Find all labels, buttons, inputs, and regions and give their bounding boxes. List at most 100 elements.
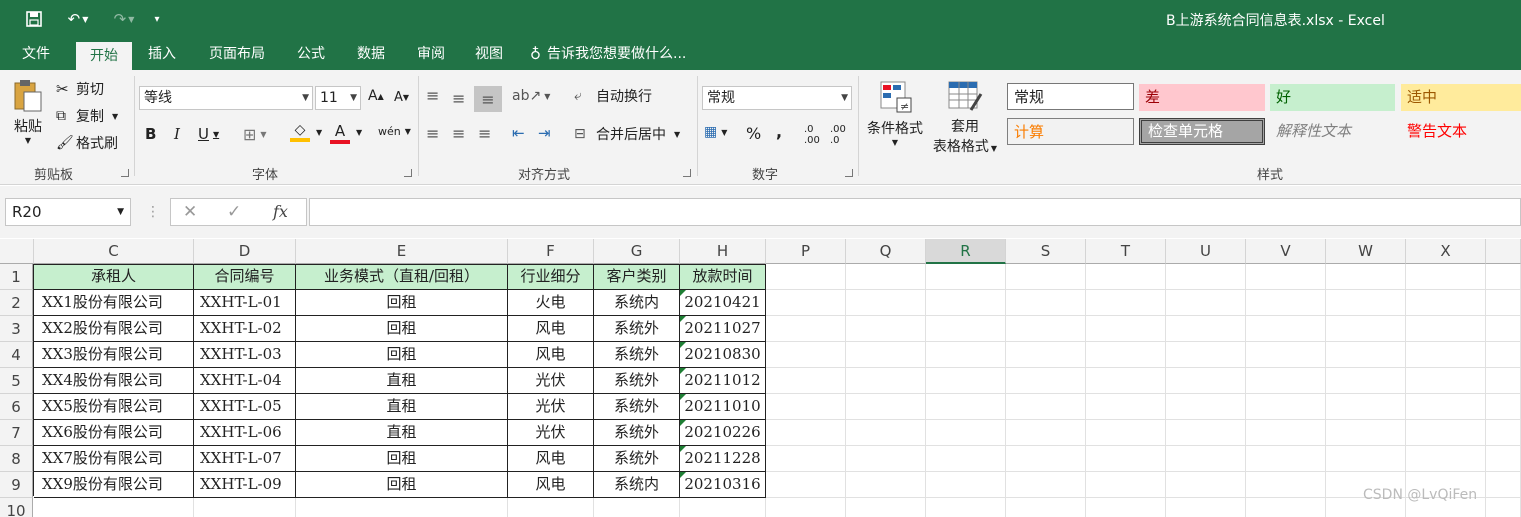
table-header-cell[interactable]: 承租人 xyxy=(34,264,194,290)
font-name-select[interactable]: 等线 ▼ xyxy=(139,86,313,110)
empty-cell[interactable] xyxy=(1166,316,1246,342)
empty-cell[interactable] xyxy=(1086,420,1166,446)
wrap-text-button[interactable]: ⤶ 自动换行 xyxy=(574,86,652,106)
style-normal[interactable]: 常规 xyxy=(1007,83,1134,110)
empty-cell[interactable] xyxy=(1486,342,1521,368)
empty-cell[interactable] xyxy=(1166,394,1246,420)
table-cell[interactable]: 20211027 xyxy=(680,316,766,342)
empty-cell[interactable] xyxy=(1406,316,1486,342)
empty-cell[interactable] xyxy=(1006,420,1086,446)
tab-insert[interactable]: 插入 xyxy=(136,38,188,70)
empty-cell[interactable] xyxy=(1486,316,1521,342)
table-cell[interactable]: XXHT-L-07 xyxy=(194,446,296,472)
empty-cell[interactable] xyxy=(1326,316,1406,342)
empty-cell[interactable] xyxy=(1006,394,1086,420)
empty-cell[interactable] xyxy=(1166,264,1246,290)
table-cell[interactable]: 系统外 xyxy=(594,420,680,446)
column-header[interactable]: C xyxy=(34,239,194,264)
empty-cell[interactable] xyxy=(594,498,680,517)
empty-cell[interactable] xyxy=(1246,342,1326,368)
font-size-select[interactable]: 11 ▼ xyxy=(315,86,361,110)
table-cell[interactable]: 20211228 xyxy=(680,446,766,472)
empty-cell[interactable] xyxy=(766,472,846,498)
table-cell[interactable]: XXHT-L-09 xyxy=(194,472,296,498)
table-cell[interactable]: 风电 xyxy=(508,342,594,368)
redo-icon[interactable]: ↷ ▼ xyxy=(104,8,144,30)
column-header[interactable]: E xyxy=(296,239,508,264)
empty-cell[interactable] xyxy=(766,368,846,394)
table-cell[interactable]: 20211012 xyxy=(680,368,766,394)
format-as-table-button[interactable]: 套用 表格格式 ▼ xyxy=(928,80,1002,156)
empty-cell[interactable] xyxy=(846,472,926,498)
empty-cell[interactable] xyxy=(1006,446,1086,472)
empty-cell[interactable] xyxy=(926,290,1006,316)
save-icon[interactable] xyxy=(22,8,46,30)
column-header[interactable]: Q xyxy=(846,239,926,264)
table-cell[interactable]: 系统外 xyxy=(594,368,680,394)
empty-cell[interactable] xyxy=(1166,446,1246,472)
empty-cell[interactable] xyxy=(1326,446,1406,472)
empty-cell[interactable] xyxy=(1246,472,1326,498)
empty-cell[interactable] xyxy=(1086,472,1166,498)
decrease-indent-icon[interactable]: ⇤ xyxy=(512,124,525,142)
empty-cell[interactable] xyxy=(1166,498,1246,517)
align-right-icon[interactable]: ≡ xyxy=(478,124,491,143)
table-cell[interactable]: XXHT-L-05 xyxy=(194,394,296,420)
row-header[interactable]: 10 xyxy=(0,498,33,517)
column-header[interactable]: G xyxy=(594,239,680,264)
empty-cell[interactable] xyxy=(1486,472,1521,498)
empty-cell[interactable] xyxy=(1406,264,1486,290)
tab-page-layout[interactable]: 页面布局 xyxy=(196,38,278,70)
empty-cell[interactable] xyxy=(1166,290,1246,316)
empty-cell[interactable] xyxy=(1326,342,1406,368)
row-header[interactable]: 3 xyxy=(0,316,33,342)
empty-cell[interactable] xyxy=(846,394,926,420)
empty-cell[interactable] xyxy=(846,498,926,517)
style-calculation[interactable]: 计算 xyxy=(1007,118,1134,145)
insert-function-icon[interactable]: fx xyxy=(273,202,288,221)
tab-data[interactable]: 数据 xyxy=(346,38,396,70)
table-cell[interactable]: 系统外 xyxy=(594,316,680,342)
empty-cell[interactable] xyxy=(846,446,926,472)
table-cell[interactable]: XX4股份有限公司 xyxy=(34,368,194,394)
column-header[interactable]: W xyxy=(1326,239,1406,264)
empty-cell[interactable] xyxy=(926,316,1006,342)
empty-cell[interactable] xyxy=(1246,498,1326,517)
tab-file[interactable]: 文件 xyxy=(8,38,64,70)
empty-cell[interactable] xyxy=(1166,420,1246,446)
empty-cell[interactable] xyxy=(1406,290,1486,316)
table-cell[interactable]: 回租 xyxy=(296,290,508,316)
empty-cell[interactable] xyxy=(1006,290,1086,316)
row-header[interactable]: 1 xyxy=(0,264,33,290)
column-header[interactable]: D xyxy=(194,239,296,264)
empty-cell[interactable] xyxy=(846,316,926,342)
table-cell[interactable]: 20210421 xyxy=(680,290,766,316)
tab-home[interactable]: 开始 xyxy=(76,42,132,70)
italic-icon[interactable]: I xyxy=(174,125,180,143)
tab-review[interactable]: 审阅 xyxy=(406,38,456,70)
table-header-cell[interactable]: 放款时间 xyxy=(680,264,766,290)
empty-cell[interactable] xyxy=(1166,342,1246,368)
empty-cell[interactable] xyxy=(1166,472,1246,498)
column-header[interactable]: T xyxy=(1086,239,1166,264)
empty-cell[interactable] xyxy=(1086,316,1166,342)
empty-cell[interactable] xyxy=(766,290,846,316)
empty-cell[interactable] xyxy=(766,316,846,342)
format-painter-button[interactable]: 🖌 格式刷 xyxy=(56,132,118,154)
empty-cell[interactable] xyxy=(846,290,926,316)
empty-cell[interactable] xyxy=(926,394,1006,420)
undo-icon[interactable]: ↶ ▼ xyxy=(58,8,98,30)
empty-cell[interactable] xyxy=(766,264,846,290)
table-cell[interactable]: XX9股份有限公司 xyxy=(34,472,194,498)
column-header[interactable]: F xyxy=(508,239,594,264)
empty-cell[interactable] xyxy=(766,420,846,446)
table-cell[interactable]: 回租 xyxy=(296,342,508,368)
empty-cell[interactable] xyxy=(1406,420,1486,446)
table-cell[interactable]: 20210830 xyxy=(680,342,766,368)
table-cell[interactable]: XXHT-L-04 xyxy=(194,368,296,394)
empty-cell[interactable] xyxy=(926,342,1006,368)
empty-cell[interactable] xyxy=(846,368,926,394)
accounting-icon[interactable]: ▦ ▼ xyxy=(704,124,727,140)
row-header[interactable]: 5 xyxy=(0,368,33,394)
row-header[interactable]: 8 xyxy=(0,446,33,472)
